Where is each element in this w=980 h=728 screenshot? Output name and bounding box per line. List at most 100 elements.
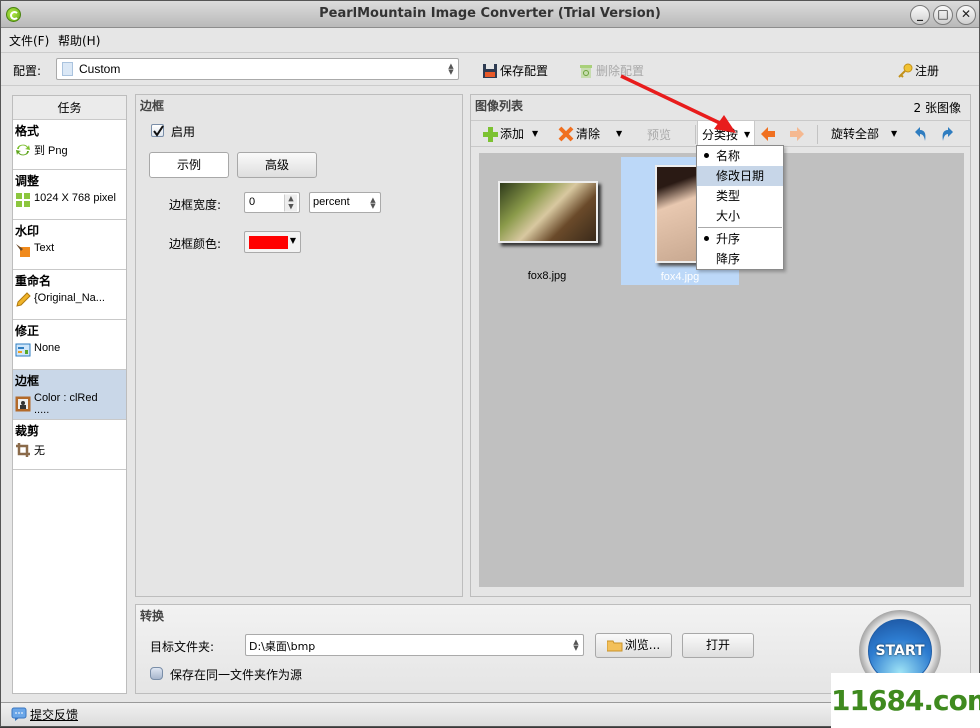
tab-advanced[interactable]: 高级 (237, 152, 317, 178)
sort-order-ascending[interactable]: 升序 (697, 229, 783, 249)
clear-button[interactable]: 清除 ▼ (558, 125, 622, 142)
watermark-icon (16, 244, 30, 257)
task-title: 格式 (15, 124, 40, 138)
task-item-rename[interactable]: 重命名 {Original_Na... (13, 270, 126, 320)
arrow-left-icon[interactable] (760, 126, 776, 142)
task-item-watermark[interactable]: 水印 Text (13, 220, 126, 270)
task-value: {Original_Na... (34, 292, 105, 304)
folder-icon (606, 640, 623, 652)
feedback-link[interactable]: 提交反馈 (30, 706, 78, 723)
thumbnail-item[interactable]: fox8.jpg (492, 173, 602, 288)
task-panel: 任务 格式 到 Png 调整 1024 X 768 pixel 水印 Text … (12, 95, 127, 694)
browse-label: 浏览... (624, 638, 661, 652)
border-width-label: 边框宽度: (169, 198, 222, 212)
border-color-picker[interactable]: ▼ (244, 231, 301, 253)
add-button[interactable]: 添加 ▼ (482, 125, 538, 142)
register-label: 注册 (915, 64, 940, 78)
rotate-left-icon[interactable] (912, 126, 928, 142)
open-button[interactable]: 打开 (682, 633, 754, 658)
task-value: None (34, 342, 61, 354)
task-item-resize[interactable]: 调整 1024 X 768 pixel (13, 170, 126, 220)
task-value: 无 (34, 445, 45, 457)
profile-value: Custom (79, 62, 121, 76)
task-value: Color : clRed (34, 392, 98, 404)
app-window: PearlMountain Image Converter (Trial Ver… (0, 0, 980, 728)
delete-profile-label: 删除配置 (596, 64, 645, 78)
rotate-right-icon[interactable] (940, 126, 956, 142)
width-spinner-icon[interactable]: ▲ ▼ (284, 194, 297, 211)
delete-profile-button[interactable]: 删除配置 (578, 62, 644, 79)
border-width-input[interactable]: 0 ▲ ▼ (244, 192, 300, 213)
feedback-chat-icon (11, 707, 27, 721)
crop-icon (16, 443, 30, 457)
thumbnail-name: fox4.jpg (660, 271, 700, 283)
chevron-down-icon: ▼ (744, 129, 751, 139)
minimize-button[interactable]: _ (910, 5, 930, 25)
task-header: 任务 (13, 96, 126, 120)
task-item-border[interactable]: 边框 Color : clRed..... (13, 370, 126, 420)
sort-order-descending[interactable]: 降序 (697, 249, 783, 269)
sort-option-type[interactable]: 类型 (697, 186, 783, 206)
maximize-button[interactable]: □ (933, 5, 953, 25)
spinner-icon: ▲ ▼ (573, 638, 579, 652)
task-title: 边框 (15, 374, 40, 388)
option-label: 升序 (716, 232, 741, 246)
floppy-disk-icon (483, 63, 497, 78)
spinner-icon: ▲ ▼ (448, 62, 454, 76)
plus-icon (483, 126, 498, 142)
thumbnail-name: fox8.jpg (527, 270, 567, 282)
task-value: Text (34, 242, 55, 254)
clear-label: 清除 (576, 127, 601, 141)
border-unit-select[interactable]: percent ▲ ▼ (309, 192, 381, 213)
target-folder-select[interactable]: D:\桌面\bmp ▲ ▼ (245, 634, 584, 656)
same-folder-checkbox[interactable] (150, 667, 163, 680)
radio-bullet-icon (704, 236, 709, 241)
title-bar: PearlMountain Image Converter (Trial Ver… (1, 1, 979, 28)
image-list-title: 图像列表 (475, 99, 524, 113)
convert-icon (16, 144, 30, 156)
task-title: 重命名 (15, 274, 52, 288)
image-list-toolbar: 添加 ▼ 清除 ▼ 预览 分类按 ▼ 旋转全部 ▼ (471, 120, 970, 147)
sort-option-name[interactable]: 名称 (697, 146, 783, 166)
menu-file[interactable]: 文件(F) (9, 32, 49, 49)
sort-by-label: 分类按 (702, 127, 739, 142)
profile-label: 配置: (13, 64, 42, 78)
radio-bullet-icon (704, 153, 709, 158)
image-count: 2 张图像 (913, 101, 961, 115)
option-label: 名称 (716, 149, 741, 163)
tab-example[interactable]: 示例 (149, 152, 229, 178)
save-profile-button[interactable]: 保存配置 (482, 62, 548, 79)
preview-button[interactable]: 预览 (647, 126, 671, 143)
toolbar-separator (817, 125, 818, 144)
enable-border-label: 启用 (171, 125, 196, 139)
profile-select[interactable]: Custom ▲ ▼ (56, 58, 459, 80)
window-title: PearlMountain Image Converter (Trial Ver… (319, 6, 661, 21)
main-toolbar: 配置: Custom ▲ ▼ 保存配置 删除配置 注册 (1, 52, 979, 86)
border-color-label: 边框颜色: (169, 237, 222, 251)
task-item-crop[interactable]: 裁剪 无 (13, 420, 126, 470)
rotate-all-label: 旋转全部 (831, 127, 880, 141)
clear-x-icon (558, 126, 574, 141)
task-item-adjust[interactable]: 修正 None (13, 320, 126, 370)
option-label: 降序 (716, 252, 741, 266)
adjust-icon (15, 343, 31, 357)
frame-icon (15, 396, 31, 412)
enable-border-checkbox[interactable] (151, 124, 164, 137)
sort-option-date[interactable]: 修改日期 (697, 166, 783, 186)
task-title: 水印 (15, 224, 40, 238)
menu-help[interactable]: 帮助(H) (58, 32, 100, 49)
sort-option-size[interactable]: 大小 (697, 206, 783, 226)
sort-by-button[interactable]: 分类按 ▼ (697, 120, 756, 147)
resize-icon (16, 193, 30, 207)
unit-spinner-icon: ▲ ▼ (370, 195, 376, 210)
target-folder-value: D:\桌面\bmp (249, 640, 316, 653)
document-icon (62, 62, 73, 76)
chevron-down-icon: ▼ (891, 129, 898, 138)
close-button[interactable]: ✕ (956, 5, 976, 25)
border-width-value: 0 (249, 196, 256, 208)
arrow-right-icon[interactable] (789, 126, 805, 142)
browse-button[interactable]: 浏览... (595, 633, 672, 658)
rotate-all-button[interactable]: 旋转全部 ▼ (831, 125, 897, 142)
register-button[interactable]: 注册 (897, 62, 939, 79)
task-item-format[interactable]: 格式 到 Png (13, 120, 126, 170)
